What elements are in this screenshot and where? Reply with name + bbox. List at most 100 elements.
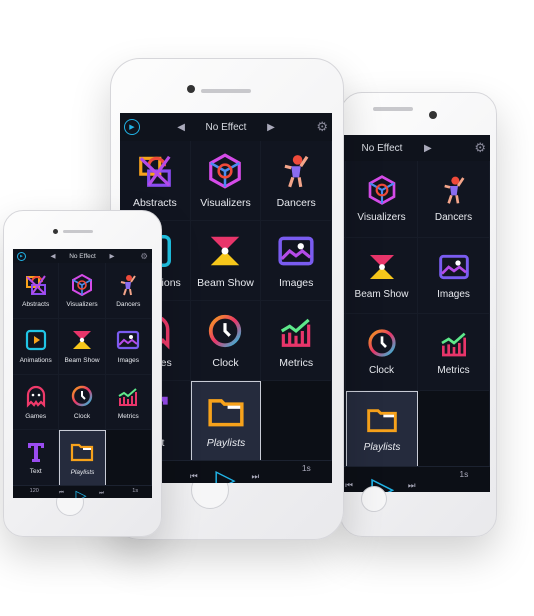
category-label: Playlists [206,437,246,450]
play-icon[interactable]: ▷ [215,464,235,483]
category-tile-games[interactable]: Games [13,374,60,431]
category-tile-dancers[interactable]: Dancers [418,161,490,238]
image-icon [277,232,315,270]
chart-icon [277,312,315,350]
home-button[interactable] [361,486,387,512]
gear-icon[interactable]: ⚙ [474,140,486,156]
category-tile-visualizers[interactable]: Visualizers [190,141,262,221]
chart-icon [116,384,140,408]
abstract-shapes-icon [24,273,48,297]
category-label: Dancers [276,196,316,209]
category-tile-metrics[interactable]: Metrics [105,374,152,431]
clock-icon [206,312,244,350]
category-tile-playlists[interactable]: Playlists [59,430,106,486]
category-label: Dancers [116,301,141,309]
play-circle-logo-icon[interactable]: ▶ [17,251,26,261]
speaker-grille [201,89,251,93]
skip-forward-icon[interactable]: ⏭ [251,471,259,482]
app-screen: ▶ ◀ No Effect ▶ ⚙ Abstracts Visualizers Dancers… [13,249,152,498]
category-grid: Abstracts Visualizers Dancers Animations Bea… [13,263,152,486]
category-label: Animations [19,356,52,364]
cube-icon [70,273,94,297]
category-tile-dancers[interactable]: Dancers [105,263,152,319]
duration-value[interactable]: 1s [302,463,311,473]
phone-small: ▶ ◀ No Effect ▶ ⚙ Abstracts Visualizers Dancers… [3,210,162,537]
dancer-icon [116,273,140,297]
play-icon[interactable]: ▷ [76,488,87,498]
clock-icon [70,384,94,408]
empty-tile [105,430,152,486]
skip-forward-icon[interactable]: ⏭ [99,490,104,497]
effect-name[interactable]: No Effect [206,122,247,133]
category-tile-abstracts[interactable]: Abstracts [120,141,191,221]
empty-tile [261,381,332,461]
cube-icon [366,174,398,206]
gear-icon[interactable]: ⚙ [140,251,148,261]
skip-back-icon[interactable]: ⏮ [190,471,198,482]
phone-right: ▶◀No Effect▶⚙AbstractsVisualizersDancers… [274,92,497,537]
front-camera [429,111,437,119]
play-square-icon [24,328,48,352]
beam-icon [366,251,398,283]
play-circle-logo-icon[interactable]: ▶ [124,119,140,135]
image-icon [438,251,470,283]
ghost-icon [24,384,48,408]
top-bar: ▶ ◀ No Effect ▶ ⚙ [13,249,152,264]
triangle-right-icon[interactable]: ▶ [267,122,275,133]
category-label: Games [25,412,47,420]
triangle-right-icon[interactable]: ▶ [424,143,432,154]
skip-forward-icon[interactable]: ⏭ [408,480,416,491]
category-label: Text [29,468,42,476]
category-label: Images [278,276,314,289]
gear-icon[interactable]: ⚙ [316,119,328,135]
category-tile-clock[interactable]: Clock [59,374,106,431]
category-tile-metrics[interactable]: Metrics [261,301,332,381]
category-label: Metrics [279,356,314,369]
abstract-shapes-icon [136,152,174,190]
dancer-icon [438,174,470,206]
category-tile-images[interactable]: Images [105,318,152,375]
beam-icon [70,328,94,352]
category-tile-images[interactable]: Images [261,221,332,301]
skip-back-icon[interactable]: ⏮ [59,490,64,497]
effect-name[interactable]: No Effect [362,143,403,154]
category-label: Visualizers [357,212,406,224]
category-tile-visualizers[interactable]: Visualizers [346,161,418,238]
category-tile-playlists[interactable]: Playlists [190,381,262,461]
category-tile-beam-show[interactable]: Beam Show [190,221,262,301]
category-tile-metrics[interactable]: Metrics [418,314,490,391]
text-t-icon [24,440,48,464]
category-tile-clock[interactable]: Clock [190,301,262,381]
category-tile-playlists[interactable]: Playlists [346,390,418,467]
duration-value[interactable]: 1s [459,469,468,479]
category-tile-animations[interactable]: Animations [13,318,60,375]
triangle-left-icon[interactable]: ◀ [51,252,56,260]
triangle-left-icon[interactable]: ◀ [177,122,185,133]
category-tile-beam-show[interactable]: Beam Show [59,318,106,375]
image-icon [116,328,140,352]
category-tile-dancers[interactable]: Dancers [261,141,332,221]
category-label: Abstracts [22,301,50,309]
category-label: Visualizers [200,196,251,209]
category-tile-visualizers[interactable]: Visualizers [59,263,106,319]
category-label: Visualizers [66,301,98,309]
skip-back-icon[interactable]: ⏮ [345,480,353,491]
top-bar: ▶ ◀ No Effect ▶ ⚙ [120,113,332,142]
bpm-value[interactable]: 120 [30,488,39,494]
category-label: Dancers [434,212,473,224]
folder-icon [207,393,245,431]
beam-icon [206,232,244,270]
effect-name[interactable]: No Effect [69,253,96,260]
category-tile-beam-show[interactable]: Beam Show [346,237,418,314]
category-label: Images [437,288,470,300]
category-tile-clock[interactable]: Clock [346,314,418,391]
duration-value[interactable]: 1s [132,488,138,494]
folder-icon [70,440,94,464]
cube-icon [206,152,244,190]
category-tile-images[interactable]: Images [418,237,490,314]
category-label: Beam Show [354,288,409,300]
category-label: Metrics [437,365,470,377]
category-tile-text[interactable]: Text [13,430,60,486]
triangle-right-icon[interactable]: ▶ [109,252,114,260]
category-tile-abstracts[interactable]: Abstracts [13,263,60,319]
